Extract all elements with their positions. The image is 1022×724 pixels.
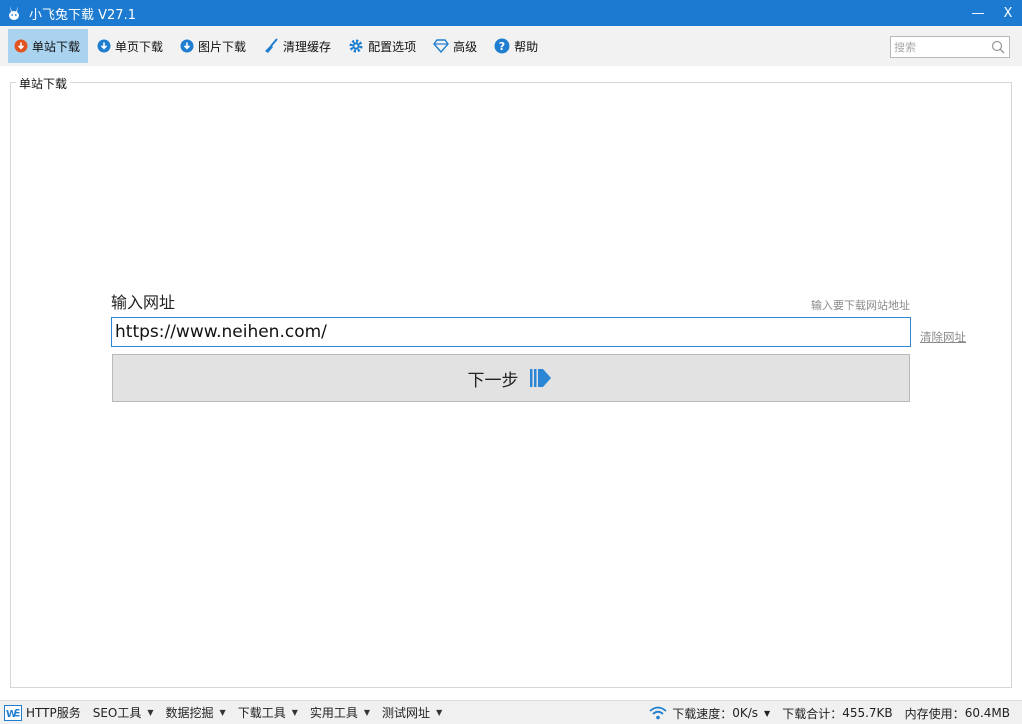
menu-label: 数据挖掘 <box>165 706 214 720</box>
tab-single-site-download[interactable]: 单站下载 <box>8 29 89 63</box>
tab-label: 配置选项 <box>368 39 417 54</box>
status-info: 下载速度： 0K/s ▼ 下载合计： 455.7KB 内存使用： 60.4MB <box>649 701 1010 724</box>
menu-label: 下载工具 <box>237 706 286 720</box>
download-tools-menu[interactable]: 下载工具 ▼ <box>238 704 298 721</box>
utility-tools-menu[interactable]: 实用工具 ▼ <box>310 704 370 721</box>
tab-advanced[interactable]: 高级 <box>427 29 485 63</box>
caret-down-icon: ▼ <box>291 708 298 717</box>
tab-label: 单站下载 <box>32 39 81 54</box>
menu-label: 实用工具 <box>309 706 358 720</box>
download-icon <box>180 39 194 53</box>
panel-title: 单站下载 <box>16 75 71 92</box>
tab-single-page-download[interactable]: 单页下载 <box>91 29 171 63</box>
status-bar: W HTTP服务 SEO工具 ▼ 数据挖掘 ▼ 下载工具 ▼ 实用工具 ▼ 测试… <box>0 700 1022 724</box>
title-bar: 小飞兔下载 V27.1 — X <box>0 0 1022 26</box>
search-icon[interactable] <box>991 40 1005 54</box>
menu-label: 测试网址 <box>382 706 431 720</box>
tab-label: 清理缓存 <box>283 39 332 54</box>
tab-image-download[interactable]: 图片下载 <box>174 29 254 63</box>
memory-label: 内存使用： <box>904 706 965 721</box>
svg-text:W: W <box>6 709 17 720</box>
url-hint: 输入要下载网站地址 <box>811 299 910 312</box>
search-input[interactable] <box>894 38 990 56</box>
caret-down-icon[interactable]: ▼ <box>764 709 770 718</box>
toolbar: 单站下载 单页下载 图片下载 清理缓存 配置选项 高级 ? 帮助 搜索 <box>0 26 1022 66</box>
total-value: 455.7KB <box>842 706 893 720</box>
url-input[interactable] <box>111 317 911 347</box>
next-step-button[interactable]: 下一步 <box>112 354 910 402</box>
memory-value: 60.4MB <box>964 706 1010 720</box>
web-icon: W <box>4 704 22 721</box>
total-label: 下载合计： <box>782 706 843 721</box>
speed-label: 下载速度： <box>672 706 733 721</box>
tab-settings[interactable]: 配置选项 <box>342 29 424 63</box>
menu-label: SEO工具 <box>92 706 142 720</box>
tab-help[interactable]: ? 帮助 <box>488 29 546 63</box>
download-icon <box>97 39 111 53</box>
caret-down-icon: ▼ <box>363 708 371 717</box>
url-label: 输入网址 <box>111 293 176 312</box>
broom-icon <box>265 38 278 53</box>
window-title: 小飞兔下载 V27.1 <box>29 7 136 23</box>
svg-text:?: ? <box>499 40 505 53</box>
diamond-icon <box>433 39 449 53</box>
caret-down-icon: ▼ <box>147 708 154 717</box>
menu-label: HTTP服务 <box>26 706 81 720</box>
http-service-menu[interactable]: W HTTP服务 <box>4 704 81 721</box>
test-url-menu[interactable]: 测试网址 ▼ <box>382 704 442 721</box>
tab-clear-cache[interactable]: 清理缓存 <box>257 29 339 63</box>
arrow-right-icon <box>529 369 551 387</box>
tab-label: 高级 <box>453 39 478 54</box>
download-icon <box>14 39 28 53</box>
tab-label: 单页下载 <box>115 39 164 54</box>
help-icon: ? <box>494 38 510 54</box>
tab-label: 图片下载 <box>198 39 247 54</box>
close-button[interactable]: X <box>993 0 1022 26</box>
data-mining-menu[interactable]: 数据挖掘 ▼ <box>166 704 226 721</box>
rabbit-logo-icon <box>5 4 23 22</box>
speed-value[interactable]: 0K/s <box>732 706 758 720</box>
caret-down-icon: ▼ <box>436 708 443 717</box>
tab-label: 帮助 <box>514 39 539 54</box>
caret-down-icon: ▼ <box>219 708 226 717</box>
search-box <box>890 36 1010 58</box>
gear-icon <box>349 39 363 53</box>
wifi-icon <box>649 706 667 720</box>
minimize-button[interactable]: — <box>963 0 993 26</box>
clear-url-link[interactable]: 清除网址 <box>920 329 966 345</box>
next-step-label: 下一步 <box>467 370 519 391</box>
seo-tools-menu[interactable]: SEO工具 ▼ <box>93 704 154 721</box>
